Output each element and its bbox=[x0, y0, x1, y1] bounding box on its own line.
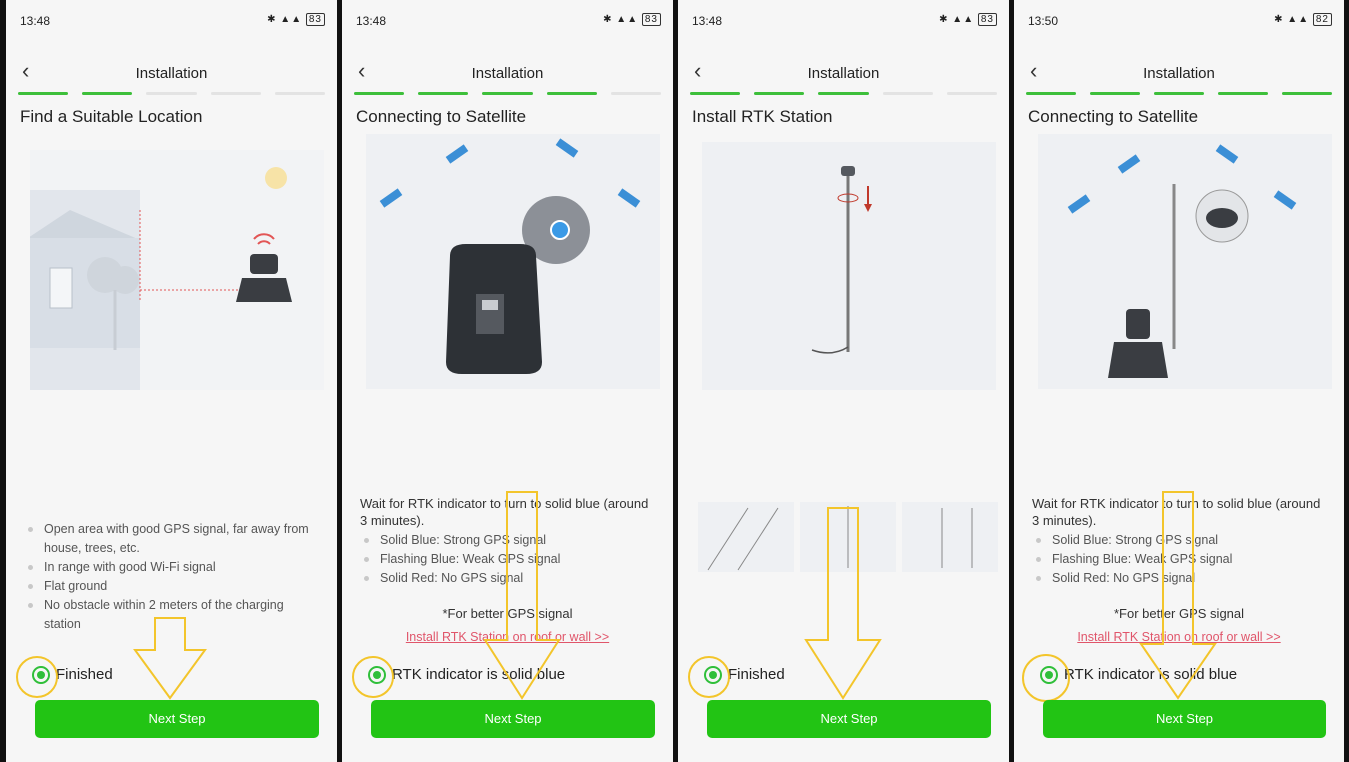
annotation-circle bbox=[688, 656, 730, 698]
thumbnail-image bbox=[800, 502, 896, 572]
progress-segment bbox=[1090, 92, 1140, 95]
annotation-circle bbox=[1022, 654, 1070, 702]
progress-segment bbox=[482, 92, 533, 95]
progress-segment bbox=[210, 92, 261, 95]
progress-segment bbox=[146, 92, 197, 95]
status-icons: ✱ ▲▲ 83 bbox=[267, 13, 325, 26]
rtk-pole-illustration bbox=[702, 142, 996, 390]
gps-note: *For better GPS signal bbox=[442, 606, 573, 621]
install-thumbnails bbox=[698, 502, 998, 572]
nav-bar: ‹ Installation bbox=[342, 58, 673, 88]
bullet-list: Wait for RTK indicator to turn to solid … bbox=[360, 495, 659, 588]
gps-note: *For better GPS signal bbox=[1113, 606, 1245, 621]
screen-3: 13:48 ✱ ▲▲ 83 ‹ Installation Install RTK… bbox=[678, 0, 1009, 762]
bullet-item: Flashing Blue: Weak GPS signal bbox=[360, 550, 659, 569]
status-icons: ✱ ▲▲ 83 bbox=[939, 13, 997, 26]
next-step-button[interactable]: Next Step bbox=[1043, 700, 1326, 738]
progress-segment bbox=[1154, 92, 1204, 95]
progress-segment bbox=[274, 92, 326, 95]
step-progress bbox=[690, 92, 998, 95]
annotation-circle bbox=[352, 656, 394, 698]
next-step-button[interactable]: Next Step bbox=[707, 700, 991, 738]
install-rtk-link[interactable]: Install RTK Station on roof or wall >> bbox=[1014, 630, 1344, 644]
battery-icon: 82 bbox=[1312, 13, 1332, 26]
page-title: Installation bbox=[471, 65, 544, 82]
next-step-button[interactable]: Next Step bbox=[35, 700, 319, 738]
bullet-item: Solid Red: No GPS signal bbox=[360, 569, 659, 588]
status-icons: ✱ ▲▲ 82 bbox=[1274, 13, 1332, 26]
page-title: Installation bbox=[807, 65, 880, 82]
step-heading: Find a Suitable Location bbox=[20, 107, 203, 126]
step-progress bbox=[354, 92, 662, 95]
step-heading: Connecting to Satellite bbox=[356, 107, 527, 126]
battery-icon: 83 bbox=[305, 13, 325, 26]
progress-segment bbox=[610, 92, 662, 95]
bullet-item: Flat ground bbox=[24, 577, 323, 596]
progress-segment bbox=[1026, 92, 1076, 95]
thumbnail-image bbox=[698, 502, 794, 572]
instruction-text: Wait for RTK indicator to turn to solid … bbox=[1032, 496, 1321, 528]
bullet-item: In range with good Wi-Fi signal bbox=[24, 558, 323, 577]
progress-segment bbox=[18, 92, 69, 95]
screen-2: 13:48 ✱ ▲▲ 83 ‹ Installation Connecting … bbox=[342, 0, 673, 762]
screen-1: 13:48 ✱ ▲▲ 83 ‹ Installation Find a Suit… bbox=[6, 0, 337, 762]
battery-icon: 83 bbox=[641, 13, 661, 26]
screens-row: 13:48 ✱ ▲▲ 83 ‹ Installation Find a Suit… bbox=[0, 0, 1349, 762]
page-title: Installation bbox=[1143, 65, 1215, 82]
rtk-solid-blue-checkbox[interactable]: RTK indicator is solid blue bbox=[368, 666, 566, 685]
checkbox-label: Finished bbox=[56, 666, 113, 683]
step-progress bbox=[1026, 92, 1332, 95]
bullet-item: Solid Blue: Strong GPS signal bbox=[1032, 531, 1330, 550]
status-bar: 13:48 ✱ ▲▲ 83 bbox=[342, 0, 673, 40]
progress-segment bbox=[754, 92, 805, 95]
satellite-illustration bbox=[366, 134, 660, 389]
progress-segment bbox=[546, 92, 597, 95]
status-time: 13:50 bbox=[1028, 14, 1059, 28]
bullet-item: Flashing Blue: Weak GPS signal bbox=[1032, 550, 1330, 569]
bullet-item: No obstacle within 2 meters of the charg… bbox=[24, 596, 323, 634]
instruction-text: Wait for RTK indicator to turn to solid … bbox=[360, 496, 649, 528]
status-time: 13:48 bbox=[356, 14, 387, 28]
status-bar: 13:48 ✱ ▲▲ 83 bbox=[678, 0, 1009, 40]
step-heading: Install RTK Station bbox=[692, 107, 833, 126]
annotation-circle bbox=[16, 656, 58, 698]
next-step-button[interactable]: Next Step bbox=[371, 700, 655, 738]
battery-icon: 83 bbox=[977, 13, 997, 26]
bullet-list: Wait for RTK indicator to turn to solid … bbox=[1032, 495, 1330, 588]
bullet-item: Solid Blue: Strong GPS signal bbox=[360, 531, 659, 550]
progress-segment bbox=[946, 92, 998, 95]
thumbnail-image bbox=[902, 502, 998, 572]
checkbox-label: RTK indicator is solid blue bbox=[392, 666, 566, 683]
screen-4: 13:50 ✱ ▲▲ 82 ‹ Installation Connecting … bbox=[1014, 0, 1344, 762]
satellite-station-illustration bbox=[1038, 134, 1332, 389]
install-rtk-link[interactable]: Install RTK Station on roof or wall >> bbox=[342, 630, 673, 644]
status-time: 13:48 bbox=[20, 14, 51, 28]
status-icons: ✱ ▲▲ 83 bbox=[603, 13, 661, 26]
progress-segment bbox=[1282, 92, 1332, 95]
progress-segment bbox=[82, 92, 133, 95]
progress-segment bbox=[690, 92, 741, 95]
nav-bar: ‹ Installation bbox=[1014, 58, 1344, 88]
progress-segment bbox=[882, 92, 933, 95]
status-bar: 13:48 ✱ ▲▲ 83 bbox=[6, 0, 337, 40]
status-bar: 13:50 ✱ ▲▲ 82 bbox=[1014, 0, 1344, 40]
location-illustration bbox=[25, 150, 324, 390]
page-title: Installation bbox=[135, 65, 208, 82]
status-time: 13:48 bbox=[692, 14, 723, 28]
checkbox-label: RTK indicator is solid blue bbox=[1064, 666, 1238, 683]
progress-segment bbox=[1218, 92, 1268, 95]
step-progress bbox=[18, 92, 326, 95]
bullet-list: Open area with good GPS signal, far away… bbox=[24, 520, 323, 634]
checkbox-label: Finished bbox=[728, 666, 785, 683]
step-heading: Connecting to Satellite bbox=[1028, 107, 1199, 126]
progress-segment bbox=[354, 92, 405, 95]
progress-segment bbox=[418, 92, 469, 95]
progress-segment bbox=[818, 92, 869, 95]
bullet-item: Solid Red: No GPS signal bbox=[1032, 569, 1330, 588]
nav-bar: ‹ Installation bbox=[678, 58, 1009, 88]
nav-bar: ‹ Installation bbox=[6, 58, 337, 88]
bullet-item: Open area with good GPS signal, far away… bbox=[24, 520, 323, 558]
